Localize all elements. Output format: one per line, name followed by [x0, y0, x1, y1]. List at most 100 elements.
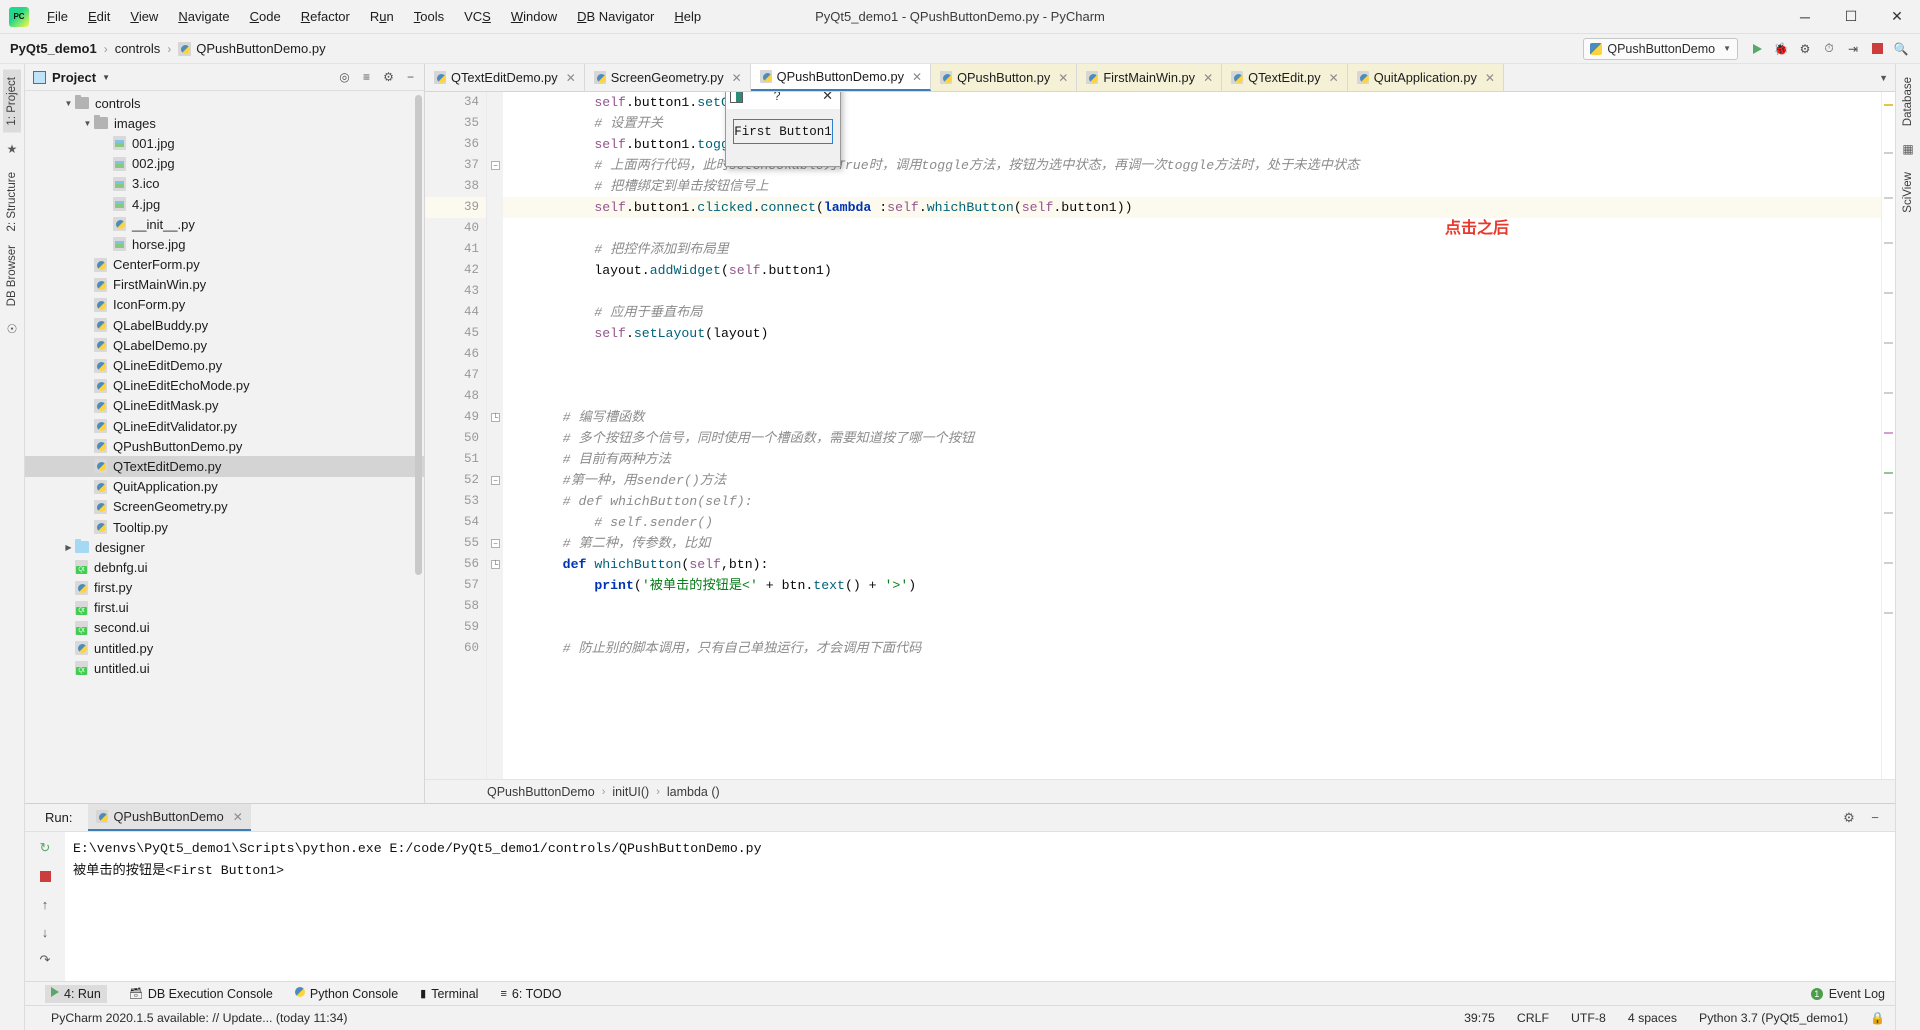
- code-marker[interactable]: [1884, 342, 1893, 344]
- tree-item[interactable]: ▶ IconForm.py: [25, 295, 424, 315]
- tree-item[interactable]: ▶ 3.ico: [25, 174, 424, 194]
- tree-item[interactable]: ▶ Tooltip.py: [25, 517, 424, 537]
- down-icon[interactable]: ↓: [35, 922, 55, 942]
- close-tab-icon[interactable]: ✕: [732, 71, 742, 85]
- project-tree-scrollbar[interactable]: [415, 95, 422, 575]
- bottom-tab[interactable]: Python Console: [294, 987, 398, 1001]
- first-button[interactable]: First Button1: [733, 119, 833, 144]
- tree-item[interactable]: ▶ QLabelDemo.py: [25, 335, 424, 355]
- menu-bar[interactable]: File Edit View Navigate Code Refactor Ru…: [37, 5, 711, 28]
- indent-setting[interactable]: 4 spaces: [1628, 1011, 1677, 1025]
- tree-item[interactable]: ▶ QPushButtonDemo.py: [25, 436, 424, 456]
- stop-button[interactable]: [1866, 38, 1888, 60]
- menu-navigate[interactable]: Navigate: [168, 5, 239, 28]
- editor-tab[interactable]: QuitApplication.py ✕: [1347, 64, 1504, 91]
- profile-button[interactable]: ⏱: [1818, 38, 1840, 60]
- gear-icon[interactable]: ⚙: [1839, 808, 1859, 828]
- editor-tab[interactable]: QPushButtonDemo.py ✕: [750, 64, 932, 91]
- menu-window[interactable]: Window: [501, 5, 567, 28]
- tree-item[interactable]: ▶ QLineEditValidator.py: [25, 416, 424, 436]
- tool-tab-project[interactable]: 1: Project: [3, 70, 21, 133]
- menu-refactor[interactable]: Refactor: [291, 5, 360, 28]
- fold-marker-icon[interactable]: −: [491, 539, 500, 548]
- tree-item[interactable]: ▶ designer: [25, 537, 424, 557]
- tree-item[interactable]: ▶ first.ui: [25, 598, 424, 618]
- tree-item[interactable]: ▶ first.py: [25, 578, 424, 598]
- menu-file[interactable]: File: [37, 5, 78, 28]
- code-folding-gutter[interactable]: − └ − └ −: [487, 92, 503, 779]
- python-interpreter[interactable]: Python 3.7 (PyQt5_demo1): [1699, 1011, 1848, 1025]
- code-marker[interactable]: [1884, 562, 1893, 564]
- up-icon[interactable]: ↑: [35, 894, 55, 914]
- tree-item[interactable]: ▶ ScreenGeometry.py: [25, 497, 424, 517]
- code-marker[interactable]: [1884, 152, 1893, 154]
- code-marker[interactable]: [1884, 104, 1893, 106]
- editor-tab[interactable]: FirstMainWin.py ✕: [1077, 64, 1223, 91]
- tree-item[interactable]: ▶ horse.jpg: [25, 234, 424, 254]
- code-marker[interactable]: [1884, 612, 1893, 614]
- code-text[interactable]: self.button1.setCheckable(True) # 设置开关 s…: [503, 92, 1881, 779]
- tree-item[interactable]: ▶ FirstMainWin.py: [25, 275, 424, 295]
- tree-item[interactable]: ▶ QLineEditDemo.py: [25, 355, 424, 375]
- tree-item[interactable]: ▶ QLineEditMask.py: [25, 396, 424, 416]
- tree-item[interactable]: ▶ QTextEditDemo.py: [25, 456, 424, 477]
- tool-tab-structure[interactable]: 2: Structure: [3, 165, 21, 238]
- editor-breadcrumb-item[interactable]: lambda (): [667, 785, 720, 799]
- expand-arrow-icon[interactable]: ▼: [81, 119, 94, 128]
- more-tabs-icon[interactable]: ▼: [1872, 64, 1895, 91]
- collapse-arrow-icon[interactable]: ▶: [62, 543, 75, 552]
- lock-icon[interactable]: 🔒: [1870, 1011, 1885, 1025]
- bottom-tab[interactable]: ▮ Terminal: [420, 987, 478, 1001]
- run-configuration-selector[interactable]: QPushButtonDemo ▼: [1583, 37, 1738, 60]
- tree-item[interactable]: ▶ QLineEditEchoMode.py: [25, 376, 424, 396]
- close-tab-icon[interactable]: ✕: [1058, 71, 1068, 85]
- code-marker[interactable]: [1884, 512, 1893, 514]
- tree-item[interactable]: ▶ QLabelBuddy.py: [25, 315, 424, 335]
- event-log-label[interactable]: Event Log: [1829, 987, 1885, 1001]
- editor-tab[interactable]: ScreenGeometry.py ✕: [584, 64, 751, 91]
- menu-view[interactable]: View: [120, 5, 168, 28]
- editor-tab[interactable]: QTextEditDemo.py ✕: [425, 64, 585, 91]
- tool-tab-sciview[interactable]: SciView: [1899, 165, 1917, 220]
- qt-dialog-close-icon[interactable]: ✕: [819, 92, 836, 104]
- menu-code[interactable]: Code: [240, 5, 291, 28]
- attach-button[interactable]: ⇥: [1842, 38, 1864, 60]
- tree-item[interactable]: ▶ 001.jpg: [25, 133, 424, 153]
- debug-button[interactable]: 🐞: [1770, 38, 1792, 60]
- expand-arrow-icon[interactable]: ▼: [62, 99, 75, 108]
- run-button[interactable]: [1746, 38, 1768, 60]
- tool-tab-database[interactable]: Database: [1899, 70, 1917, 133]
- chevron-down-icon[interactable]: ▼: [102, 73, 110, 82]
- close-tab-icon[interactable]: ✕: [1485, 71, 1495, 85]
- favorites-icon[interactable]: ★: [7, 142, 18, 156]
- tree-item[interactable]: ▶ __init__.py: [25, 214, 424, 234]
- status-message[interactable]: PyCharm 2020.1.5 available: // Update...…: [51, 1011, 347, 1025]
- close-button[interactable]: ✕: [1874, 0, 1920, 33]
- collapse-all-icon[interactable]: ≡: [357, 68, 376, 87]
- menu-run[interactable]: Run: [360, 5, 404, 28]
- bottom-tab[interactable]: 4: Run: [45, 984, 107, 1003]
- tree-item[interactable]: ▶ 4.jpg: [25, 194, 424, 214]
- hide-icon[interactable]: −: [401, 68, 420, 87]
- tree-item[interactable]: ▶ QuitApplication.py: [25, 477, 424, 497]
- tool-tab-db-browser[interactable]: DB Browser: [3, 238, 21, 313]
- tree-item[interactable]: ▶ untitled.ui: [25, 658, 424, 678]
- error-marker-strip[interactable]: [1881, 92, 1895, 779]
- stop-icon[interactable]: [35, 866, 55, 886]
- minimize-icon[interactable]: −: [1865, 808, 1885, 828]
- qt-dialog-window[interactable]: ? ✕ First Button1: [725, 92, 841, 167]
- file-encoding[interactable]: UTF-8: [1571, 1011, 1606, 1025]
- caret-position[interactable]: 39:75: [1464, 1011, 1495, 1025]
- fold-marker-icon[interactable]: −: [491, 161, 500, 170]
- search-strip-icon[interactable]: ☉: [7, 322, 18, 336]
- code-marker[interactable]: [1884, 197, 1893, 199]
- locate-icon[interactable]: ◎: [335, 68, 354, 87]
- grid-icon[interactable]: ▦: [1902, 142, 1913, 156]
- bottom-tab[interactable]: ≡ 6: TODO: [500, 987, 561, 1001]
- run-console-output[interactable]: E:\venvs\PyQt5_demo1\Scripts\python.exe …: [65, 832, 1895, 981]
- code-marker[interactable]: [1884, 392, 1893, 394]
- rerun-icon[interactable]: ↻: [35, 838, 55, 858]
- soft-wrap-icon[interactable]: ↷: [35, 950, 55, 970]
- minimize-button[interactable]: ─: [1782, 0, 1828, 33]
- close-tab-icon[interactable]: ✕: [566, 71, 576, 85]
